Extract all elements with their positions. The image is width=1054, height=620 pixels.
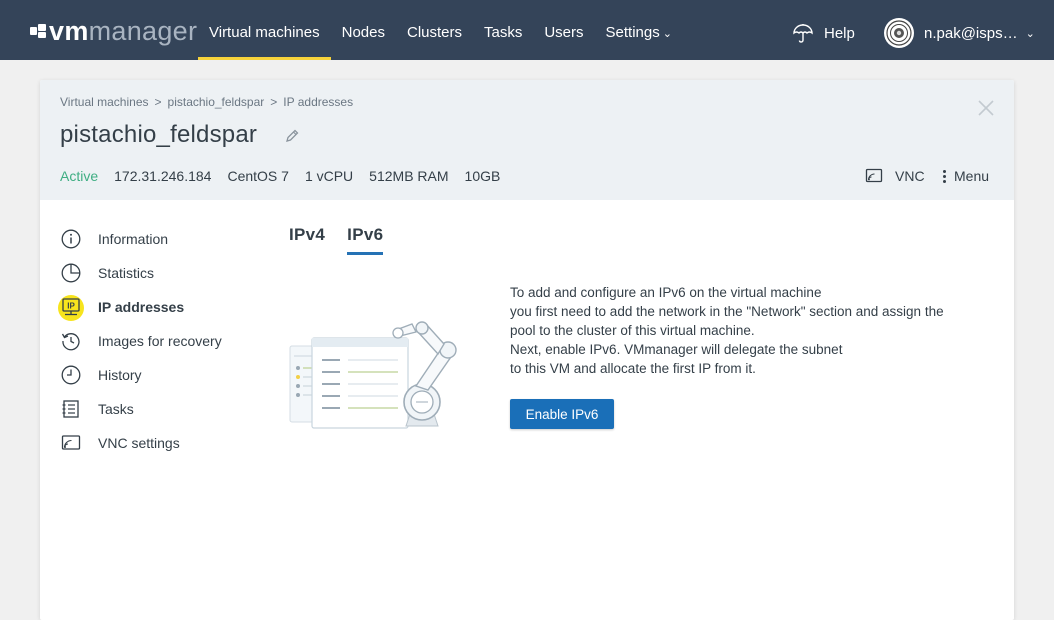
sidebar-item-tasks[interactable]: Tasks xyxy=(60,392,222,426)
nav-label: Users xyxy=(544,24,584,41)
edit-name-button[interactable] xyxy=(284,128,300,144)
user-menu[interactable]: n.pak@isps… ⌄ xyxy=(884,0,1035,60)
vm-summary: Active 172.31.246.184 CentOS 7 1 vCPU 51… xyxy=(60,168,516,184)
sidebar-item-label: IP addresses xyxy=(98,299,185,315)
tasks-list-icon xyxy=(60,398,82,420)
nav-label: Clusters xyxy=(406,24,462,41)
vm-header: Virtual machines > pistachio_feldspar > IP a… xyxy=(40,80,1014,200)
vm-menu-button[interactable]: Menu xyxy=(942,168,989,184)
sidebar-item-label: Tasks xyxy=(98,401,134,417)
nav-label: Settings xyxy=(605,24,660,41)
restore-icon xyxy=(60,330,82,352)
vnc-button[interactable]: VNC xyxy=(865,168,925,184)
top-navbar: vmmanager Virtual machines Nodes Cluster… xyxy=(0,0,1054,60)
nav-nodes[interactable]: Nodes xyxy=(331,0,396,60)
menu-label: Menu xyxy=(954,168,990,184)
empty-state-line: you first need to add the network in the… xyxy=(510,304,944,319)
more-vertical-icon xyxy=(942,169,946,184)
nav-settings[interactable]: Settings ⌄ xyxy=(595,0,683,60)
empty-state-line: to this VM and allocate the first IP fro… xyxy=(510,361,756,376)
close-icon xyxy=(978,100,994,116)
nav-label: Virtual machines xyxy=(209,24,320,41)
page-title: pistachio_feldspar xyxy=(60,121,258,148)
tab-ipv4[interactable]: IPv4 xyxy=(289,225,325,255)
breadcrumb-separator: > xyxy=(270,95,278,109)
pencil-icon xyxy=(286,129,299,142)
vm-os: CentOS 7 xyxy=(227,168,289,184)
vm-sidebar: Information Statistics IP IP addresses I… xyxy=(58,222,222,460)
breadcrumb-separator: > xyxy=(154,95,162,109)
umbrella-icon xyxy=(793,24,813,43)
sidebar-item-statistics[interactable]: Statistics xyxy=(60,256,222,290)
nav-label: Nodes xyxy=(341,24,385,41)
sidebar-item-vnc-settings[interactable]: VNC settings xyxy=(60,426,222,460)
sidebar-item-label: VNC settings xyxy=(98,435,180,451)
breadcrumb-vm-name[interactable]: pistachio_feldspar xyxy=(168,95,265,109)
pie-chart-icon xyxy=(60,262,82,284)
help-label: Help xyxy=(824,24,855,42)
sidebar-item-label: Information xyxy=(98,231,169,247)
logo-text-bold: vm xyxy=(49,16,89,46)
nav-label: Tasks xyxy=(484,24,523,41)
sidebar-item-label: Images for recovery xyxy=(98,333,222,349)
help-button[interactable]: Help xyxy=(792,0,855,60)
sidebar-item-label: History xyxy=(98,367,142,383)
status-badge: Active xyxy=(60,168,99,184)
logo-text-rest: manager xyxy=(88,16,198,46)
nav-clusters[interactable]: Clusters xyxy=(396,0,473,60)
vnc-label: VNC xyxy=(895,168,925,184)
empty-state-line: Next, enable IPv6. VMmanager will delega… xyxy=(510,342,843,357)
chevron-down-icon: ⌄ xyxy=(1025,27,1035,40)
breadcrumb: Virtual machines > pistachio_feldspar > IP a… xyxy=(60,95,353,109)
vm-cpu: 1 vCPU xyxy=(304,168,354,184)
empty-state-line: To add and configure an IPv6 on the virt… xyxy=(510,285,822,300)
user-name: n.pak@isps… xyxy=(924,24,1018,42)
chevron-down-icon: ⌄ xyxy=(662,28,672,40)
empty-state-line: pool to the cluster of this virtual mach… xyxy=(510,323,755,338)
vm-ram: 512MB RAM xyxy=(369,168,449,184)
sidebar-item-information[interactable]: Information xyxy=(60,222,222,256)
sidebar-item-label: Statistics xyxy=(98,265,155,281)
sidebar-item-ip-addresses[interactable]: IP IP addresses xyxy=(58,290,222,324)
vnc-icon xyxy=(865,168,883,183)
svg-text:IP: IP xyxy=(67,302,75,311)
close-button[interactable] xyxy=(978,100,994,116)
logo-mark-icon xyxy=(30,24,46,38)
info-icon xyxy=(60,228,82,250)
sidebar-item-history[interactable]: History xyxy=(60,358,222,392)
vnc-icon xyxy=(60,432,82,454)
vm-ip: 172.31.246.184 xyxy=(114,168,212,184)
sidebar-item-images-for-recovery[interactable]: Images for recovery xyxy=(60,324,222,358)
breadcrumb-virtual-machines[interactable]: Virtual machines xyxy=(60,95,149,109)
vm-disk: 10GB xyxy=(464,168,501,184)
nav-tasks[interactable]: Tasks xyxy=(473,0,533,60)
main-nav: Virtual machines Nodes Clusters Tasks Us… xyxy=(198,0,683,60)
breadcrumb-current: IP addresses xyxy=(283,95,354,109)
clock-icon xyxy=(60,364,82,386)
vm-details-card: Virtual machines > pistachio_feldspar > IP a… xyxy=(40,80,1014,620)
ipv6-empty-state-text: To add and configure an IPv6 on the virt… xyxy=(510,283,990,378)
vmmanager-logo[interactable]: vmmanager xyxy=(30,16,198,46)
nav-users[interactable]: Users xyxy=(533,0,594,60)
ip-address-icon: IP xyxy=(58,295,84,321)
robot-arm-illustration xyxy=(289,321,457,429)
nav-virtual-machines[interactable]: Virtual machines xyxy=(198,0,331,60)
tab-ipv6[interactable]: IPv6 xyxy=(347,225,384,255)
avatar-seal-icon xyxy=(886,20,912,46)
avatar xyxy=(884,18,914,48)
ip-version-tabs: IPv4 IPv6 xyxy=(289,225,405,255)
enable-ipv6-button[interactable]: Enable IPv6 xyxy=(510,399,614,429)
